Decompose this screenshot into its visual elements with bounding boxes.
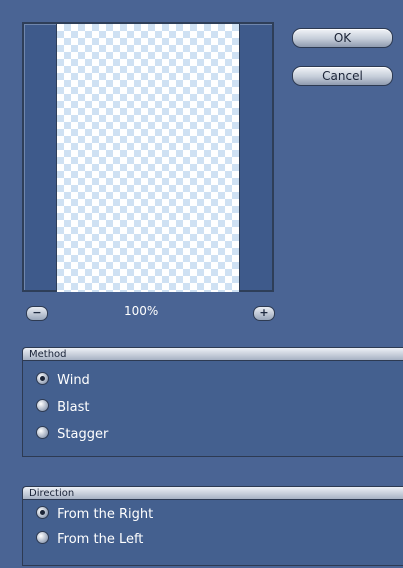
cancel-button[interactable]: Cancel xyxy=(292,66,393,86)
method-option-stagger[interactable]: Stagger xyxy=(36,425,108,445)
zoom-out-button[interactable]: − xyxy=(26,306,48,321)
method-group-title: Method xyxy=(22,347,403,361)
minus-icon: − xyxy=(32,306,42,319)
zoom-level: 100% xyxy=(124,304,159,318)
plus-icon: + xyxy=(259,306,269,319)
zoom-in-button[interactable]: + xyxy=(253,306,275,321)
method-option-wind[interactable]: Wind xyxy=(36,371,90,391)
method-option-blast[interactable]: Blast xyxy=(36,398,90,418)
direction-option-label: From the Left xyxy=(57,532,144,547)
preview-canvas[interactable] xyxy=(56,24,240,292)
radio-selected-icon[interactable] xyxy=(36,372,49,385)
direction-option-right[interactable]: From the Right xyxy=(36,505,153,525)
radio-icon[interactable] xyxy=(36,531,49,544)
radio-selected-icon[interactable] xyxy=(36,506,49,519)
ok-button[interactable]: OK xyxy=(292,28,393,48)
radio-icon[interactable] xyxy=(36,426,49,439)
direction-option-left[interactable]: From the Left xyxy=(36,530,143,550)
radio-icon[interactable] xyxy=(36,399,49,412)
direction-group-title: Direction xyxy=(22,486,403,500)
preview-frame xyxy=(22,22,274,292)
direction-option-label: From the Right xyxy=(57,507,154,522)
method-option-label: Stagger xyxy=(57,427,109,442)
method-option-label: Wind xyxy=(57,373,90,388)
method-option-label: Blast xyxy=(57,400,90,415)
